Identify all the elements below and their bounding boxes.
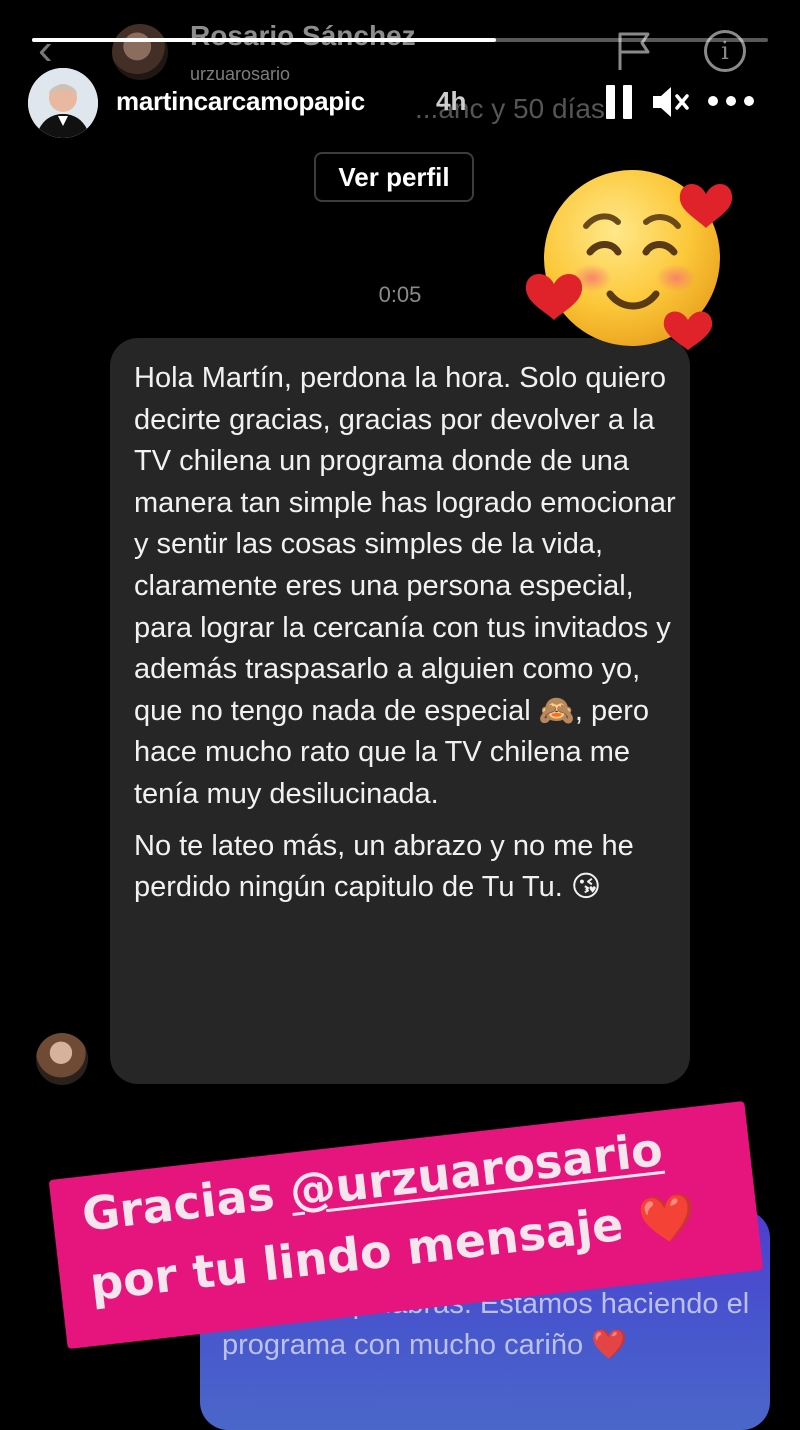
banner-prefix: Gracias [79, 1164, 293, 1242]
story-progress-bar [32, 38, 768, 42]
speaker-muted-icon[interactable] [651, 84, 691, 120]
contact-avatar[interactable] [112, 24, 168, 80]
chevron-left-icon[interactable]: ‹ [38, 28, 53, 72]
story-time-ago: 4h [436, 86, 467, 116]
story-username[interactable]: martincarcamopapic [116, 86, 365, 117]
sender-avatar[interactable] [36, 1033, 88, 1085]
story-progress-fill [32, 38, 496, 42]
incoming-message-text: Hola Martín, perdona la hora. Solo quier… [134, 358, 679, 909]
story-text-banner: Gracias @urzuarosario por tu lindo mensa… [48, 1100, 764, 1350]
contact-handle: urzuarosario [190, 64, 291, 84]
contact-name: Rosario Sánchez [190, 20, 416, 51]
flag-icon[interactable] [614, 30, 656, 72]
message-paragraph: Hola Martín, perdona la hora. Solo quier… [134, 362, 676, 810]
message-paragraph: No te lateo más, un abrazo y no me he pe… [134, 829, 634, 904]
avatar-portrait [28, 68, 98, 138]
info-icon[interactable]: i [704, 30, 746, 72]
story-avatar[interactable] [28, 68, 98, 138]
heart-emoji: ❤️ [635, 1188, 699, 1249]
more-horizontal-icon[interactable] [708, 96, 754, 108]
dm-header: ‹ Rosario Sánchez urzuarosario i ...anc … [0, 0, 800, 150]
pause-icon[interactable] [606, 85, 634, 119]
smiling-face-with-hearts-sticker [525, 170, 733, 350]
view-profile-button[interactable]: Ver perfil [314, 152, 474, 202]
